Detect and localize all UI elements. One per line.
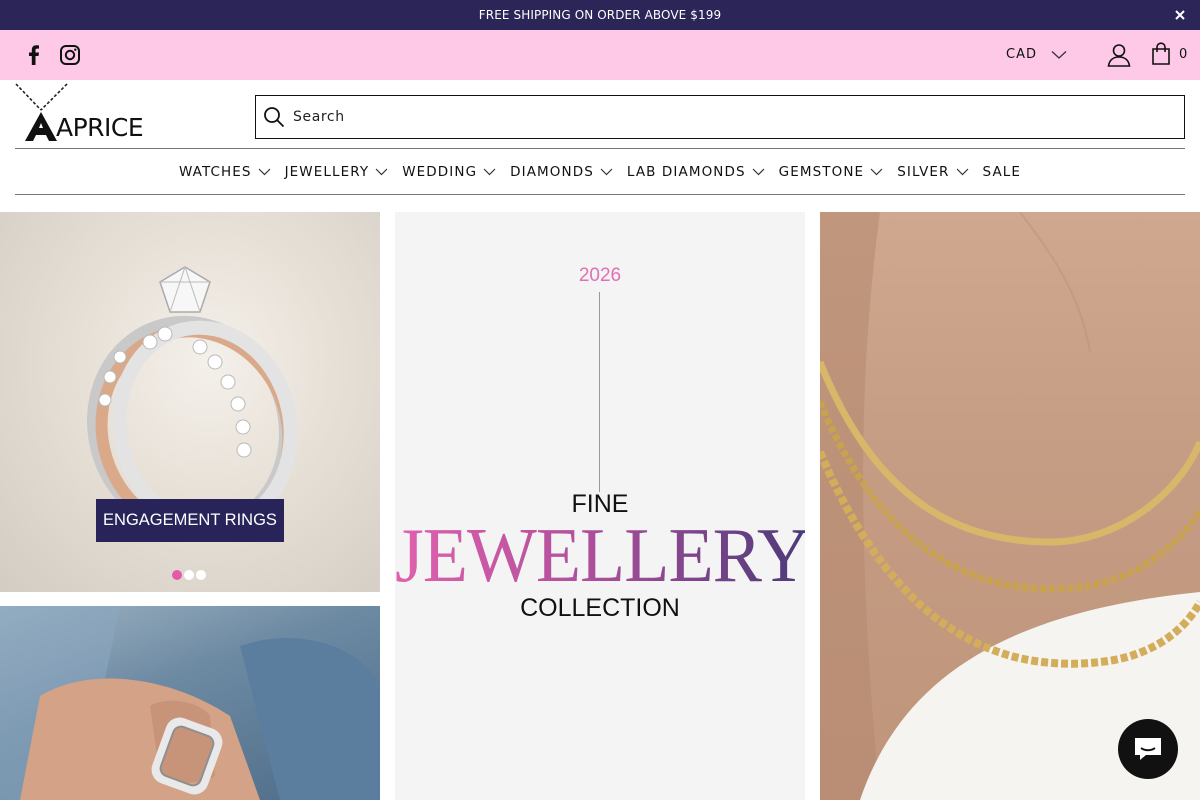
engagement-rings-button[interactable]: ENGAGEMENT RINGS [96, 499, 284, 542]
slider-dot[interactable] [196, 570, 206, 580]
shopping-bag-icon [1152, 42, 1170, 65]
site-logo[interactable]: APRICE [14, 82, 159, 144]
banner-line-collection: COLLECTION [520, 594, 680, 622]
account-icon[interactable] [1106, 42, 1132, 68]
close-icon[interactable] [1172, 7, 1188, 23]
social-links [22, 43, 82, 67]
engagement-rings-banner[interactable]: ENGAGEMENT RINGS [0, 212, 380, 592]
nav-bottom-divider [15, 194, 1185, 195]
nav-item-jewellery[interactable]: JEWELLERY [285, 164, 389, 180]
gold-necklace-image [820, 212, 1200, 800]
mens-ring-banner[interactable] [0, 606, 380, 800]
nav-top-divider [15, 148, 1185, 149]
announcement-text: FREE SHIPPING ON ORDER ABOVE $199 [478, 8, 722, 22]
slider-dot[interactable] [172, 570, 182, 580]
main-nav: WATCHES JEWELLERY WEDDING DIAMONDS LAB D… [0, 150, 1200, 194]
chevron-down-icon [600, 168, 613, 176]
cart-count: 0 [1179, 46, 1188, 62]
search-bar[interactable] [255, 95, 1185, 139]
nav-label: DIAMONDS [510, 164, 594, 180]
search-input[interactable] [293, 109, 1153, 125]
nav-item-lab-diamonds[interactable]: LAB DIAMONDS [627, 164, 765, 180]
nav-item-diamonds[interactable]: DIAMONDS [510, 164, 613, 180]
nav-item-watches[interactable]: WATCHES [179, 164, 271, 180]
chevron-down-icon [258, 168, 271, 176]
facebook-icon[interactable] [22, 43, 46, 67]
cart-button[interactable]: 0 [1151, 42, 1187, 66]
mens-ring-image [0, 606, 380, 800]
nav-item-gemstone[interactable]: GEMSTONE [779, 164, 884, 180]
banner-line-jewellery: JEWELLERY [395, 512, 805, 601]
chat-icon [1135, 738, 1161, 760]
slider-dots [172, 570, 206, 580]
utility-bar: CAD 0 [0, 30, 1200, 80]
nav-label: WATCHES [178, 164, 252, 180]
nav-item-wedding[interactable]: WEDDING [402, 164, 496, 180]
chevron-down-icon [752, 168, 765, 176]
nav-label: SILVER [897, 164, 950, 180]
nav-label: JEWELLERY [284, 164, 370, 180]
collection-year: 2026 [578, 265, 622, 286]
gold-necklace-banner[interactable] [820, 212, 1200, 800]
currency-selector[interactable]: CAD [1006, 47, 1067, 62]
chevron-down-icon [870, 168, 883, 176]
nav-label: SALE [982, 164, 1022, 180]
nav-label: WEDDING [402, 164, 478, 180]
chevron-down-icon [956, 168, 968, 176]
logo-text: APRICE [56, 113, 144, 142]
nav-item-silver[interactable]: SILVER [897, 164, 968, 180]
currency-label: CAD [1006, 47, 1037, 62]
vertical-divider [599, 292, 600, 492]
nav-label: GEMSTONE [778, 164, 865, 180]
chevron-down-icon [483, 168, 496, 176]
chat-button[interactable] [1118, 719, 1178, 779]
nav-label: LAB DIAMONDS [626, 164, 746, 180]
chevron-down-icon [1051, 50, 1067, 59]
fine-jewellery-banner[interactable]: 2026 FINE JEWELLERY COLLECTION [395, 212, 805, 800]
announcement-bar: FREE SHIPPING ON ORDER ABOVE $199 [0, 0, 1200, 30]
instagram-icon[interactable] [58, 43, 82, 67]
search-icon[interactable] [263, 106, 285, 128]
chevron-down-icon [375, 168, 388, 176]
nav-item-sale[interactable]: SALE [983, 164, 1022, 180]
slider-dot[interactable] [184, 570, 194, 580]
